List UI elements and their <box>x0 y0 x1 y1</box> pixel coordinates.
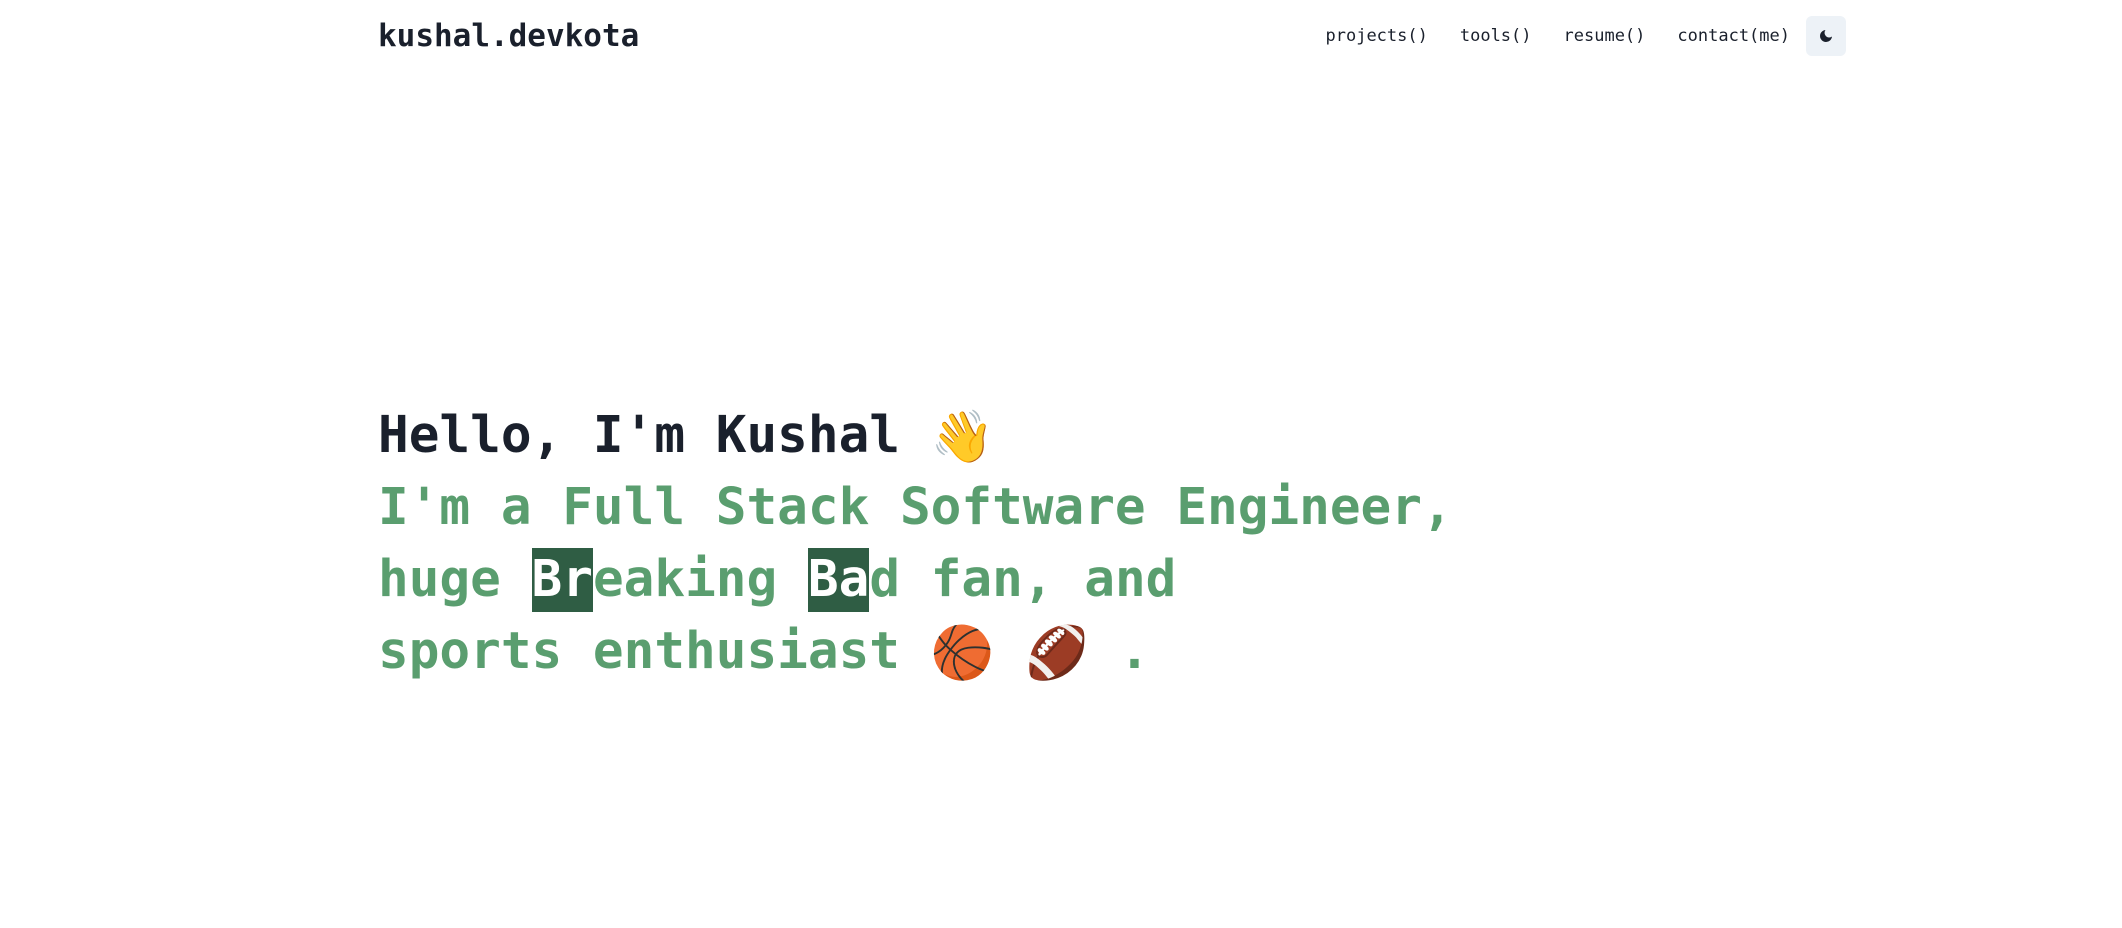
site-header: kushal.devkota projects() tools() resume… <box>0 0 2122 72</box>
line2-mid: eaking <box>592 550 808 609</box>
site-logo[interactable]: kushal.devkota <box>378 14 639 58</box>
main-nav: projects() tools() resume() contact(me) <box>1326 16 1846 56</box>
basketball-icon: 🏀 <box>930 624 995 683</box>
football-icon: 🏈 <box>1024 624 1089 683</box>
nav-link-tools[interactable]: tools() <box>1460 16 1532 56</box>
waving-hand-icon: 👋 <box>930 408 995 467</box>
line2-prefix: huge <box>378 550 532 609</box>
line3-prefix: sports enthusiast <box>378 622 900 681</box>
hero-greeting: Hello, I'm Kushal 👋 <box>378 400 1778 472</box>
line2-suffix: d fan, and <box>869 550 1177 609</box>
moon-icon <box>1820 30 1832 42</box>
hero-line-2: huge Breaking Bad fan, and <box>378 544 1778 616</box>
greeting-text: Hello, I'm Kushal <box>378 406 900 465</box>
hero-section: Hello, I'm Kushal 👋 I'm a Full Stack Sof… <box>378 400 1778 688</box>
nav-link-projects[interactable]: projects() <box>1326 16 1428 56</box>
hero-line-1: I'm a Full Stack Software Engineer, <box>378 478 1453 537</box>
line3-suffix: . <box>1119 622 1150 681</box>
nav-link-contact[interactable]: contact(me) <box>1677 16 1790 56</box>
breaking-bad-element-br: Br <box>531 548 593 612</box>
hero-line-3: sports enthusiast 🏀 🏈 . <box>378 616 1778 688</box>
theme-toggle-button[interactable] <box>1806 16 1846 56</box>
breaking-bad-element-ba: Ba <box>807 548 870 612</box>
nav-link-resume[interactable]: resume() <box>1564 16 1646 56</box>
